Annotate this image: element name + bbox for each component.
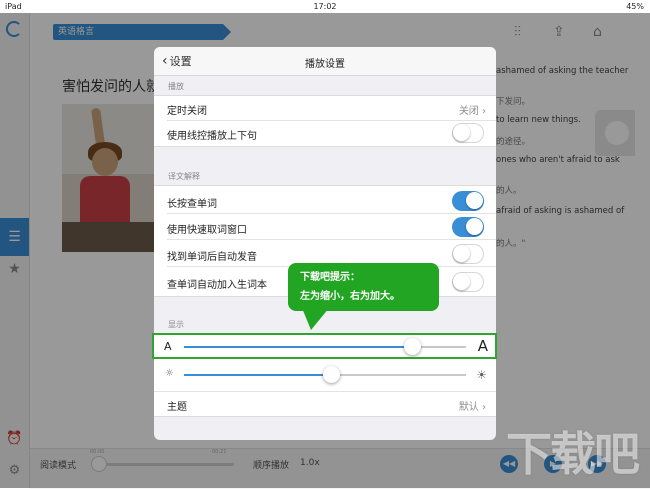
sleep-timer-label: 定时关闭 (167, 106, 207, 117)
sleep-timer-row[interactable]: 定时关闭 关闭 › (154, 96, 496, 121)
theme-value: 默认 › (458, 402, 486, 413)
sleep-timer-value: 关闭 › (458, 106, 486, 117)
remote-control-label: 使用线控播放上下句 (167, 131, 257, 142)
font-size-highlight-box (152, 333, 497, 359)
auto-pronounce-label: 找到单词后自动发音 (167, 252, 257, 263)
brightness-row: ☼ ☀ (154, 362, 496, 388)
section-header-display: 显示 (168, 320, 184, 329)
add-vocab-label: 查单词自动加入生词本 (167, 280, 267, 291)
quick-lookup-toggle[interactable] (452, 217, 484, 237)
longpress-toggle[interactable] (452, 191, 484, 211)
clock: 17:02 (313, 2, 337, 11)
battery-level: 45% (626, 2, 644, 11)
status-bar: iPad 17:02 45% (0, 0, 650, 13)
brightness-high-icon[interactable]: ☀ (476, 368, 487, 382)
brightness-fill (184, 374, 331, 376)
play-group: 定时关闭 关闭 › 使用线控播放上下句 (154, 95, 496, 147)
remote-control-row: 使用线控播放上下句 (154, 121, 496, 146)
quick-lookup-label: 使用快速取词窗口 (167, 225, 247, 236)
tip-line-1: 下载吧提示： (300, 272, 360, 283)
dialog-title: 播放设置 (305, 59, 345, 70)
remote-control-toggle[interactable] (452, 123, 484, 143)
watermark: 下载吧 (506, 427, 640, 481)
brightness-knob[interactable] (323, 366, 340, 383)
chevron-right-icon: › (482, 106, 486, 117)
tip-callout-tail (302, 308, 329, 330)
playback-settings-dialog: ‹ 设置 播放设置 播放 定时关闭 关闭 › 使用线控播放上下句 译文解释 长按查… (154, 47, 496, 440)
theme-row[interactable]: 主题 默认 › (154, 391, 496, 417)
tip-line-2: 左为缩小，右为加大。 (300, 291, 400, 302)
theme-label: 主题 (167, 402, 187, 413)
tip-callout: 下载吧提示： 左为缩小，右为加大。 (288, 263, 439, 311)
brightness-low-icon[interactable]: ☼ (165, 368, 174, 379)
auto-pronounce-toggle[interactable] (452, 244, 484, 264)
longpress-label: 长按查单词 (167, 199, 217, 210)
longpress-row: 长按查单词 (154, 189, 496, 214)
section-header-play: 播放 (168, 82, 184, 91)
add-vocab-toggle[interactable] (452, 272, 484, 292)
quick-lookup-row: 使用快速取词窗口 (154, 215, 496, 240)
chevron-right-icon: › (482, 402, 486, 413)
section-header-translate: 译文解释 (168, 172, 200, 181)
dialog-header: ‹ 设置 播放设置 (154, 47, 496, 76)
